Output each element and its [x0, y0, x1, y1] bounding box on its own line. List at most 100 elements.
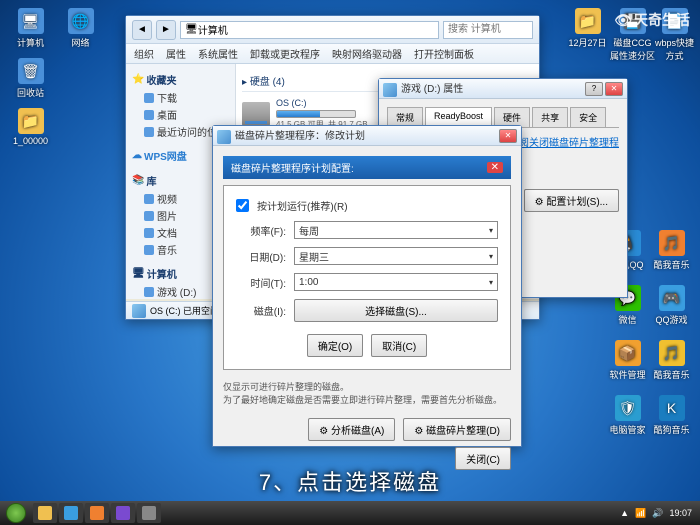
menu-properties[interactable]: 属性	[166, 46, 186, 61]
frequency-select[interactable]: 每周	[294, 221, 498, 239]
music-icon: 🎵	[659, 230, 685, 256]
drive-icon	[242, 102, 270, 126]
forward-button[interactable]: ►	[156, 20, 176, 40]
windows-logo-icon	[6, 503, 26, 523]
footer-text: 为了最好地确定磁盘是否需要立即进行碎片整理，需要首先分析磁盘。	[223, 393, 511, 406]
desktop-icon-computer[interactable]: 🖥计算机	[8, 8, 53, 49]
close-button[interactable]: ✕	[605, 82, 623, 96]
folder-icon: 📁	[18, 108, 44, 134]
desktop-icon[interactable]: K酷狗音乐	[649, 395, 694, 436]
desktop-icon[interactable]: 🎮QQ游戏	[649, 285, 694, 326]
field-label: 频率(F):	[236, 223, 286, 238]
explorer-icon	[38, 506, 52, 520]
desktop-icon[interactable]: 📦软件管理	[605, 340, 650, 381]
system-tray[interactable]: ▲ 📶 🔊 19:07	[612, 508, 700, 519]
analyze-button[interactable]: ⚙ 分析磁盘(A)	[308, 418, 395, 441]
volume-tray-icon[interactable]: 🔊	[652, 508, 663, 519]
desktop-icon-folder[interactable]: 📁1_00000	[8, 108, 53, 146]
desktop-icon-network[interactable]: 🌐网络	[58, 8, 103, 49]
tab-general[interactable]: 常规	[387, 107, 423, 127]
desktop-icon[interactable]: 📁12月27日	[565, 8, 610, 49]
close-icon[interactable]: ✕	[487, 162, 503, 173]
shield-icon: 🛡	[615, 395, 641, 421]
taskbar: ▲ 📶 🔊 19:07	[0, 501, 700, 525]
app-icon	[90, 506, 104, 520]
app-icon	[116, 506, 130, 520]
explorer-menu: 组织 属性 系统属性 卸载或更改程序 映射网络驱动器 打开控制面板	[126, 44, 539, 64]
video-icon	[144, 194, 154, 204]
menu-mapdrive[interactable]: 映射网络驱动器	[332, 46, 402, 61]
footer-text: 仅显示可进行碎片整理的磁盘。	[223, 380, 511, 393]
select-disk-button[interactable]: 选择磁盘(S)...	[294, 299, 498, 322]
tutorial-caption: 7、点击选择磁盘	[0, 465, 700, 497]
taskbar-item[interactable]	[111, 503, 135, 523]
folder-icon: 📁	[575, 8, 601, 34]
sidebar-favorites-header[interactable]: ⭐ 收藏夹	[130, 70, 231, 89]
sidebar-item-downloads[interactable]: 下载	[130, 89, 231, 106]
clock[interactable]: 19:07	[669, 508, 692, 518]
defrag-button[interactable]: ⚙ 磁盘碎片整理(D)	[403, 418, 511, 441]
help-button[interactable]: ?	[585, 82, 603, 96]
tab-readyboost[interactable]: ReadyBoost	[425, 107, 492, 127]
address-bar[interactable]: 🖥 计算机	[180, 21, 439, 39]
tab-hardware[interactable]: 硬件	[494, 107, 530, 127]
computer-icon: 🖥	[185, 24, 198, 35]
pictures-icon	[144, 211, 154, 221]
computer-icon: 🖥	[18, 8, 44, 34]
window-title: 游戏 (D:) 属性	[383, 80, 585, 96]
taskbar-item[interactable]	[33, 503, 57, 523]
menu-organize[interactable]: 组织	[134, 46, 154, 61]
desktop-icon	[144, 110, 154, 120]
ie-icon	[64, 506, 78, 520]
day-select[interactable]: 星期三	[294, 247, 498, 265]
music-icon: 🎵	[659, 340, 685, 366]
search-input[interactable]	[443, 21, 533, 39]
defrag-window: 磁盘碎片整理程序：修改计划 ✕ 磁盘碎片整理程序计划配置: ✕ 按计划运行(推荐…	[212, 125, 522, 447]
watermark: 👁 天奇生活	[614, 10, 690, 30]
desktop-icon[interactable]: 🎵酷我音乐	[649, 230, 694, 271]
checkbox-label: 按计划运行(推荐)(R)	[257, 198, 348, 213]
field-label: 日期(D):	[236, 249, 286, 264]
taskbar-item[interactable]	[59, 503, 83, 523]
desktop-icon[interactable]: 🛡电脑管家	[605, 395, 650, 436]
menu-sysprops[interactable]: 系统属性	[198, 46, 238, 61]
game-icon: 🎮	[659, 285, 685, 311]
network-tray-icon[interactable]: 📶	[635, 508, 646, 519]
taskbar-item[interactable]	[85, 503, 109, 523]
recent-icon	[144, 127, 154, 137]
field-label: 磁盘(I):	[236, 303, 286, 318]
sidebar-item-desktop[interactable]: 桌面	[130, 106, 231, 123]
time-select[interactable]: 1:00	[294, 273, 498, 291]
download-icon	[144, 93, 154, 103]
network-icon: 🌐	[68, 8, 94, 34]
menu-controlpanel[interactable]: 打开控制面板	[414, 46, 474, 61]
kugou-icon: K	[659, 395, 685, 421]
documents-icon	[144, 228, 154, 238]
dialog-header: 磁盘碎片整理程序计划配置: ✕	[223, 156, 511, 179]
tab-share[interactable]: 共享	[532, 107, 568, 127]
desktop-icon[interactable]: 🎵酷我音乐	[649, 340, 694, 381]
drive-icon	[144, 287, 154, 297]
taskbar-item[interactable]	[137, 503, 161, 523]
cancel-button[interactable]: 取消(C)	[371, 334, 427, 357]
start-button[interactable]	[0, 501, 32, 525]
menu-uninstall[interactable]: 卸载或更改程序	[250, 46, 320, 61]
explorer-nav-toolbar: ◄ ► 🖥 计算机	[126, 16, 539, 44]
close-button[interactable]: ✕	[499, 129, 517, 143]
schedule-checkbox[interactable]	[236, 199, 249, 212]
drive-icon	[383, 83, 397, 97]
window-title: 磁盘碎片整理程序：修改计划	[217, 127, 499, 143]
configure-schedule-button[interactable]: ⚙ 配置计划(S)...	[524, 189, 619, 212]
software-icon: 📦	[615, 340, 641, 366]
desktop-icon-recycle[interactable]: 🗑回收站	[8, 58, 53, 99]
recycle-icon: 🗑	[18, 58, 44, 84]
ok-button[interactable]: 确定(O)	[307, 334, 363, 357]
field-label: 时间(T):	[236, 275, 286, 290]
app-icon	[142, 506, 156, 520]
tab-security[interactable]: 安全	[570, 107, 606, 127]
drive-icon	[132, 304, 146, 318]
music-icon	[144, 245, 154, 255]
tray-icon[interactable]: ▲	[620, 508, 629, 518]
back-button[interactable]: ◄	[132, 20, 152, 40]
defrag-icon	[217, 130, 231, 144]
